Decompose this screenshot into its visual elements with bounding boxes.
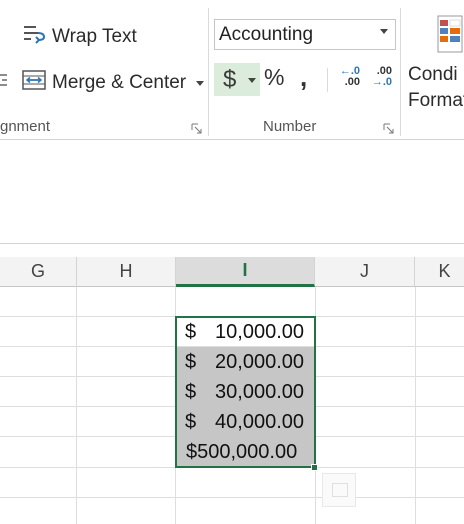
- column-header-g[interactable]: G: [0, 257, 77, 287]
- decrease-decimal-button[interactable]: .00 →.0: [366, 66, 392, 92]
- fill-handle[interactable]: [311, 464, 318, 471]
- cell-amount: 30,000.00: [215, 381, 304, 403]
- align-right-icon[interactable]: [0, 72, 8, 90]
- number-group-label: Number: [263, 118, 317, 135]
- cell-amount: $500,000.00: [186, 441, 298, 463]
- group-divider: [400, 8, 401, 136]
- column-header-i[interactable]: I: [176, 257, 315, 287]
- conditional-formatting-button[interactable]: Condi Format: [405, 6, 464, 114]
- alignment-dialog-launcher-icon[interactable]: [191, 121, 202, 134]
- currency-symbol: $: [185, 411, 197, 433]
- number-dialog-launcher-icon[interactable]: [383, 121, 394, 134]
- chevron-down-icon[interactable]: [248, 78, 256, 83]
- chevron-down-icon: [380, 29, 388, 34]
- currency-symbol: $: [185, 351, 197, 373]
- cell-amount: 40,000.00: [215, 411, 304, 433]
- percent-style-button[interactable]: %: [264, 64, 284, 91]
- formula-area: [0, 141, 464, 244]
- increase-decimal-bottom: .00: [344, 76, 360, 88]
- number-format-dropdown[interactable]: Accounting: [214, 19, 396, 50]
- conditional-formatting-label-1: Condi: [408, 64, 458, 85]
- cell-i-3[interactable]: $ 30,000.00: [176, 377, 314, 407]
- button-divider: [327, 68, 328, 92]
- number-format-value: Accounting: [219, 24, 314, 45]
- cell-i-2[interactable]: $ 20,000.00: [176, 347, 314, 377]
- merge-center-button[interactable]: Merge & Center: [22, 68, 205, 98]
- decrease-decimal-bottom: →.0: [371, 76, 392, 88]
- cell-i-5[interactable]: $500,000.00: [176, 437, 314, 467]
- column-header-h[interactable]: H: [77, 257, 176, 287]
- group-divider: [208, 8, 209, 136]
- currency-symbol: $: [185, 321, 197, 343]
- accounting-format-button[interactable]: $: [214, 63, 260, 96]
- cell-i-4[interactable]: $ 40,000.00: [176, 407, 314, 437]
- column-header-k[interactable]: K: [415, 257, 464, 287]
- merge-center-label: Merge & Center: [52, 72, 187, 93]
- column-header-j[interactable]: J: [315, 257, 415, 287]
- dollar-icon: $: [223, 65, 237, 93]
- currency-symbol: $: [185, 381, 197, 403]
- comma-style-button[interactable]: ,: [300, 62, 307, 93]
- ribbon: Wrap Text Merge & Center gnment Accounti…: [0, 0, 464, 140]
- quick-analysis-icon[interactable]: [322, 473, 356, 507]
- chevron-down-icon[interactable]: [196, 80, 205, 86]
- cell-i-1[interactable]: $ 10,000.00: [176, 317, 314, 347]
- gridline: [0, 497, 464, 498]
- gridline: [0, 467, 464, 468]
- wrap-text-icon: [22, 22, 46, 52]
- merge-center-icon: [22, 68, 46, 98]
- conditional-formatting-icon: [436, 14, 464, 59]
- cell-amount: 10,000.00: [215, 321, 304, 343]
- increase-decimal-button[interactable]: ←.0 .00: [334, 66, 360, 92]
- cell-amount: 20,000.00: [215, 351, 304, 373]
- conditional-formatting-label-2: Format: [408, 90, 464, 111]
- wrap-text-label: Wrap Text: [52, 26, 137, 47]
- alignment-group-label: gnment: [0, 118, 51, 135]
- wrap-text-button[interactable]: Wrap Text: [22, 22, 137, 52]
